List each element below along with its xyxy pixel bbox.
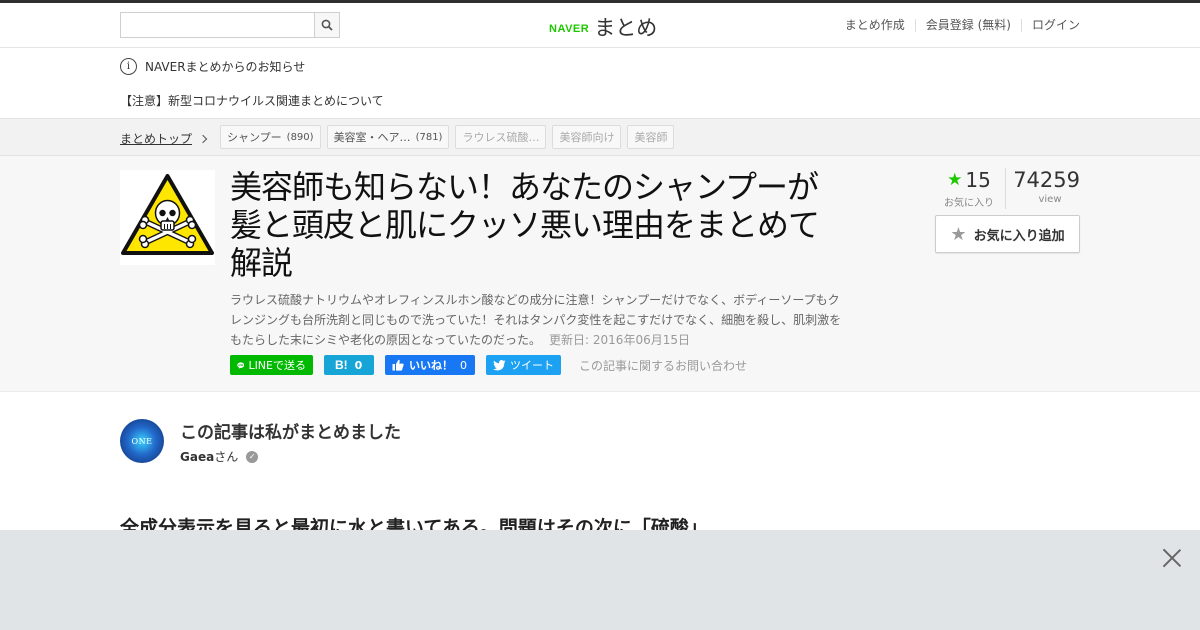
facebook-like-count: 0 <box>460 358 467 372</box>
login-link[interactable]: ログイン <box>1020 19 1080 32</box>
facebook-like-label: いいね！ <box>409 359 453 372</box>
tag-laureth-sulfate[interactable]: ラウレス硫酸… <box>455 125 547 149</box>
search-input[interactable] <box>121 13 314 37</box>
article-thumbnail[interactable] <box>120 170 215 265</box>
notice-title: NAVERまとめからのお知らせ <box>145 60 306 74</box>
breadcrumb-top-label: まとめトップ <box>120 132 193 146</box>
avatar-text: ONE <box>131 436 153 446</box>
check-icon: ✓ <box>246 450 259 463</box>
favorites-count-row: ★ 15 <box>939 168 999 192</box>
search-icon <box>321 19 333 31</box>
line-share-label: LINEで送る <box>248 359 306 372</box>
tag-label: 美容師向け <box>559 131 615 144</box>
hatena-bookmark-button[interactable]: B! 0 <box>324 355 374 375</box>
site-logo[interactable]: NAVER まとめ <box>549 12 657 42</box>
search-box <box>120 12 340 38</box>
tag-label: 美容室・ヘア… <box>333 131 411 144</box>
star-outline-icon: ★ <box>950 223 967 245</box>
article-header: 美容師も知らない！あなたのシャンプーが髪と頭皮と肌にクッソ悪い理由をまとめて解説… <box>0 156 1200 392</box>
logo-brand: NAVER <box>549 22 590 35</box>
thumbs-up-icon <box>392 359 404 371</box>
create-matome-link[interactable]: まとめ作成 <box>835 19 915 32</box>
favorites-label: お気に入り <box>944 198 994 209</box>
tag-label: ラウレス硫酸… <box>462 131 540 144</box>
header-nav: まとめ作成 会員登録 (無料) ログイン <box>835 19 1080 32</box>
site-header: NAVER まとめ まとめ作成 会員登録 (無料) ログイン <box>0 3 1200 48</box>
tag-count: (781) <box>415 131 443 143</box>
author-name-link[interactable]: Gaea <box>180 450 214 464</box>
tag-hairdresser[interactable]: 美容師 <box>627 125 675 149</box>
author-block: ONE この記事は私がまとめました Gaea さん ✓ <box>120 419 620 479</box>
notice-area: i NAVERまとめからのお知らせ 【注意】新型コロナウイルス関連まとめについて <box>0 48 1200 118</box>
author-name-row: Gaea さん ✓ <box>180 448 259 465</box>
add-favorite-label: お気に入り追加 <box>973 228 1065 244</box>
views-label: view <box>1038 194 1062 205</box>
favorites-stat: ★ 15 お気に入り <box>939 168 1006 209</box>
article-description: ラウレス硫酸ナトリウムやオレフィンスルホン酸などの成分に注意！シャンプーだけでな… <box>230 290 850 350</box>
close-icon[interactable] <box>1162 548 1182 568</box>
svg-text:LINE: LINE <box>238 365 244 367</box>
tag-for-hairdressers[interactable]: 美容師向け <box>552 125 622 149</box>
add-favorite-button[interactable]: ★ お気に入り追加 <box>935 215 1080 253</box>
poison-warning-icon <box>121 174 214 255</box>
breadcrumb-top-link[interactable]: まとめトップ <box>120 130 208 147</box>
register-link[interactable]: 会員登録 (無料) <box>914 19 1021 32</box>
favorites-count: 15 <box>965 168 991 192</box>
search-button[interactable] <box>314 13 339 37</box>
description-text: ラウレス硫酸ナトリウムやオレフィンスルホン酸などの成分に注意！シャンプーだけでな… <box>230 293 842 347</box>
tag-list: シャンプー (890) 美容室・ヘア… (781) ラウレス硫酸… 美容師向け … <box>220 125 680 149</box>
tag-label: シャンプー <box>227 131 282 144</box>
bottom-ad-overlay <box>0 530 1200 630</box>
tweet-button[interactable]: ツイート <box>486 355 561 375</box>
hatena-icon: B! <box>335 358 348 372</box>
logo-name: まとめ <box>594 16 658 40</box>
avatar[interactable]: ONE <box>120 419 164 463</box>
tweet-label: ツイート <box>510 359 554 372</box>
twitter-bird-icon <box>493 359 506 370</box>
facebook-like-button[interactable]: いいね！ 0 <box>385 355 475 375</box>
star-icon: ★ <box>947 170 963 190</box>
views-count: 74259 <box>1013 168 1080 192</box>
breadcrumb: まとめトップ シャンプー (890) 美容室・ヘア… (781) ラウレス硫酸…… <box>0 118 1200 156</box>
hatena-count: 0 <box>354 358 363 372</box>
author-heading: この記事は私がまとめました <box>180 423 401 443</box>
tag-shampoo[interactable]: シャンプー (890) <box>220 125 321 149</box>
article-stats: ★ 15 お気に入り 74259 view <box>939 168 1080 209</box>
views-stat: 74259 view <box>1006 168 1080 209</box>
tag-label: 美容師 <box>634 131 668 144</box>
notice-title-row: i NAVERまとめからのお知らせ <box>120 58 305 75</box>
line-share-button[interactable]: LINE LINEで送る <box>230 355 313 375</box>
info-icon: i <box>120 58 137 75</box>
chevron-right-icon <box>198 134 208 143</box>
article-title: 美容師も知らない！あなたのシャンプーが髪と頭皮と肌にクッソ悪い理由をまとめて解説 <box>230 168 820 282</box>
notice-item-link[interactable]: 【注意】新型コロナウイルス関連まとめについて <box>120 92 384 109</box>
share-buttons: LINE LINEで送る B! 0 いいね！ 0 ツイート この記事に関するお問… <box>230 355 747 375</box>
author-suffix: さん <box>214 450 239 464</box>
tag-count: (890) <box>286 131 314 143</box>
line-icon: LINE <box>237 361 245 369</box>
updated-date: 更新日: 2016年06月15日 <box>549 333 690 347</box>
article-contact-link[interactable]: この記事に関するお問い合わせ <box>579 357 747 374</box>
tag-salon-hair[interactable]: 美容室・ヘア… (781) <box>326 125 450 149</box>
